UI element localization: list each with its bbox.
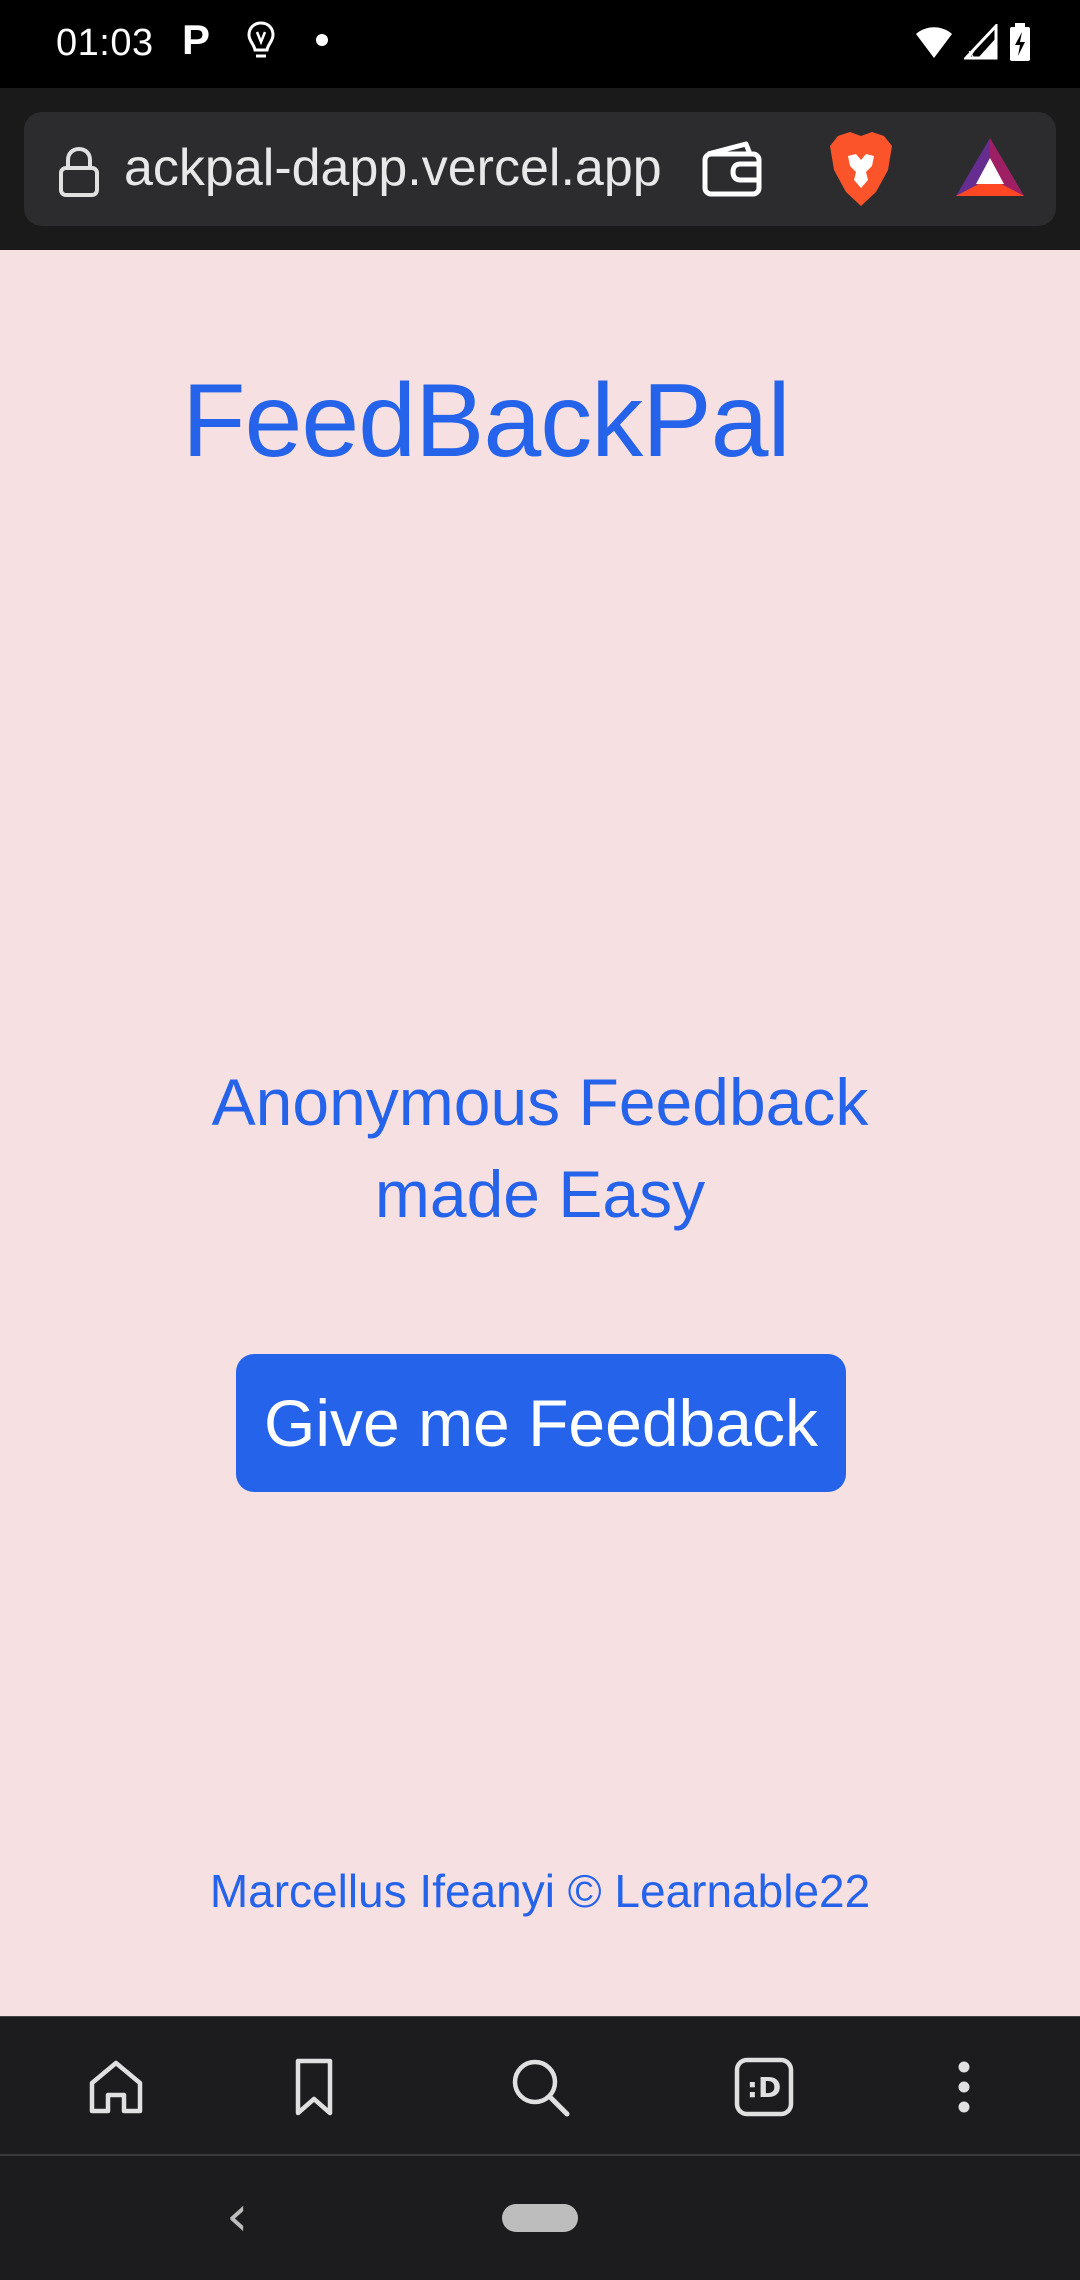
footer-credit: Marcellus Ifeanyi © Learnable22 [209, 1865, 871, 1917]
hero-tagline: Anonymous Feedback made Easy [0, 1056, 1080, 1240]
tagline-line-1: Anonymous Feedback [211, 1065, 869, 1139]
search-icon[interactable] [504, 2051, 576, 2123]
url-text[interactable]: ackpal-dapp.vercel.app [124, 138, 704, 198]
svg-text:x: x [968, 47, 975, 60]
system-navigation-bar: ‹ [0, 2154, 1080, 2280]
browser-top-bar: ackpal-dapp.vercel.app [0, 88, 1080, 250]
tabs-label: :D [746, 2070, 782, 2104]
browser-bottom-toolbar: :D [0, 2016, 1080, 2154]
parking-app-icon: P [182, 16, 211, 63]
battery-charging-icon [1008, 22, 1032, 67]
more-vertical-icon[interactable] [928, 2051, 1000, 2123]
web-page: FeedBackPal Anonymous Feedback made Easy… [0, 250, 1080, 2016]
bat-rewards-icon[interactable] [954, 134, 1026, 205]
status-bar: 01:03 P x [0, 0, 1080, 88]
brave-lion-icon[interactable] [826, 130, 896, 213]
tabs-icon[interactable]: :D [728, 2051, 800, 2123]
site-title[interactable]: FeedBackPal [182, 362, 791, 481]
lock-icon[interactable] [56, 146, 102, 203]
notification-dot-icon [316, 34, 328, 46]
bulb-icon [246, 20, 276, 69]
home-icon[interactable] [80, 2051, 152, 2123]
tagline-line-2: made Easy [374, 1157, 706, 1231]
address-bar[interactable]: ackpal-dapp.vercel.app [24, 112, 1056, 226]
home-pill-icon[interactable] [502, 2204, 578, 2232]
give-feedback-button[interactable]: Give me Feedback [236, 1354, 846, 1492]
wifi-icon [914, 24, 954, 65]
status-time: 01:03 [56, 22, 154, 64]
status-right-icons: x [914, 22, 1032, 67]
cell-signal-icon: x [962, 22, 998, 65]
wallet-icon[interactable] [700, 140, 764, 205]
bookmark-icon[interactable] [278, 2051, 350, 2123]
back-chevron-icon[interactable]: ‹ [226, 2184, 248, 2249]
